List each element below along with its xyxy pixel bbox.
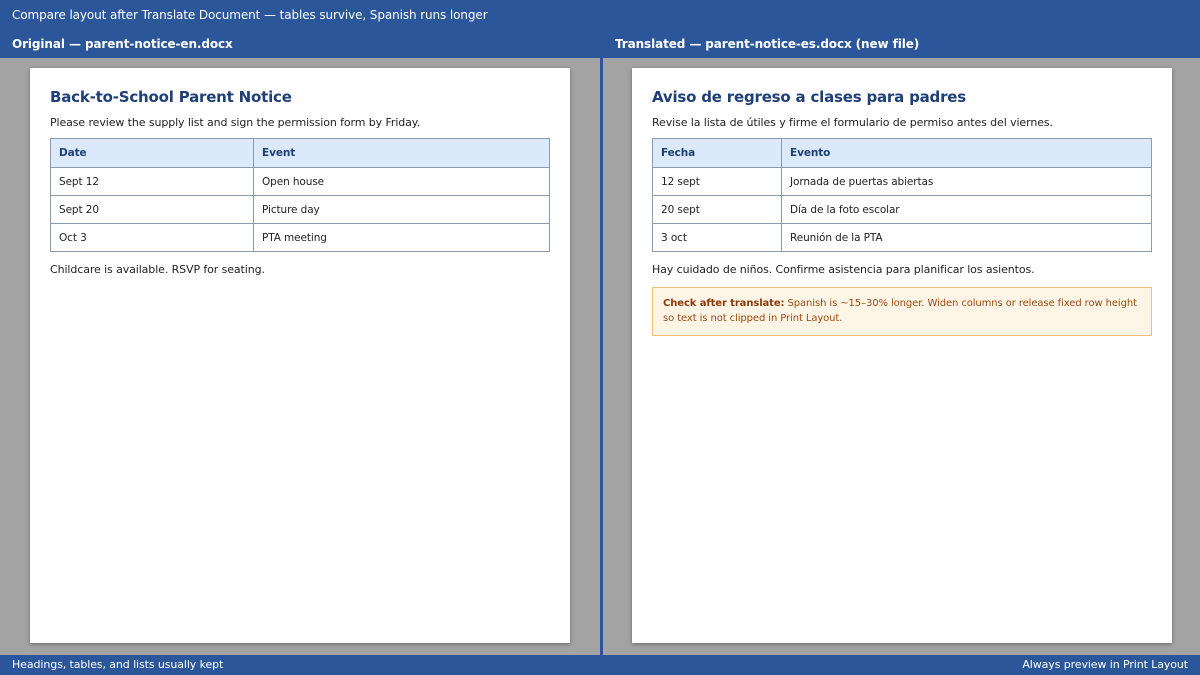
table-row: Sept 20 Picture day xyxy=(50,195,550,224)
table-cell: Jornada de puertas abiertas xyxy=(781,167,1152,196)
translated-pane-label: Translated — parent-notice-es.docx (new … xyxy=(615,37,920,51)
table-header-row: Date Event xyxy=(50,138,550,168)
table-cell: Sept 12 xyxy=(50,167,254,196)
table-cell: Reunión de la PTA xyxy=(781,223,1152,252)
column-header-evento: Evento xyxy=(781,138,1152,168)
table-cell: 12 sept xyxy=(652,167,782,196)
translated-doc-title: Aviso de regreso a clases para padres xyxy=(652,88,966,106)
title-bar: Compare layout after Translate Document … xyxy=(0,0,1200,58)
status-right-text: Always preview in Print Layout xyxy=(1022,658,1188,671)
original-footer-paragraph: Childcare is available. RSVP for seating… xyxy=(50,263,265,276)
translate-check-callout: Check after translate: Spanish is ~15–30… xyxy=(652,287,1152,336)
table-cell: Oct 3 xyxy=(50,223,254,252)
status-bar: Headings, tables, and lists usually kept… xyxy=(0,655,1200,675)
table-row: Sept 12 Open house xyxy=(50,167,550,196)
translated-document-page[interactable]: Aviso de regreso a clases para padres Re… xyxy=(632,68,1172,643)
table-cell: 3 oct xyxy=(652,223,782,252)
table-header-row: Fecha Evento xyxy=(652,138,1152,168)
table-cell: Sept 20 xyxy=(50,195,254,224)
table-row: 12 sept Jornada de puertas abiertas xyxy=(652,167,1152,196)
original-events-table: Date Event Sept 12 Open house Sept 20 Pi… xyxy=(50,138,550,252)
column-header-fecha: Fecha xyxy=(652,138,782,168)
window-title: Compare layout after Translate Document … xyxy=(12,8,488,22)
table-row: 3 oct Reunión de la PTA xyxy=(652,223,1152,252)
column-header-date: Date xyxy=(50,138,254,168)
table-row: 20 sept Día de la foto escolar xyxy=(652,195,1152,224)
original-intro-paragraph: Please review the supply list and sign t… xyxy=(50,116,421,129)
table-cell: Open house xyxy=(253,167,550,196)
callout-lead: Check after translate: xyxy=(663,298,785,309)
original-doc-title: Back-to-School Parent Notice xyxy=(50,88,292,106)
table-cell: 20 sept xyxy=(652,195,782,224)
status-left-text: Headings, tables, and lists usually kept xyxy=(12,658,224,671)
translated-events-table: Fecha Evento 12 sept Jornada de puertas … xyxy=(652,138,1152,252)
original-pane-label: Original — parent-notice-en.docx xyxy=(12,37,233,51)
pane-divider[interactable] xyxy=(600,58,603,655)
translated-intro-paragraph: Revise la lista de útiles y firme el for… xyxy=(652,116,1053,129)
table-cell: PTA meeting xyxy=(253,223,550,252)
column-header-event: Event xyxy=(253,138,550,168)
table-cell: Picture day xyxy=(253,195,550,224)
table-cell: Día de la foto escolar xyxy=(781,195,1152,224)
table-row: Oct 3 PTA meeting xyxy=(50,223,550,252)
translated-footer-paragraph: Hay cuidado de niños. Confirme asistenci… xyxy=(652,263,1035,276)
original-document-page[interactable]: Back-to-School Parent Notice Please revi… xyxy=(30,68,570,643)
